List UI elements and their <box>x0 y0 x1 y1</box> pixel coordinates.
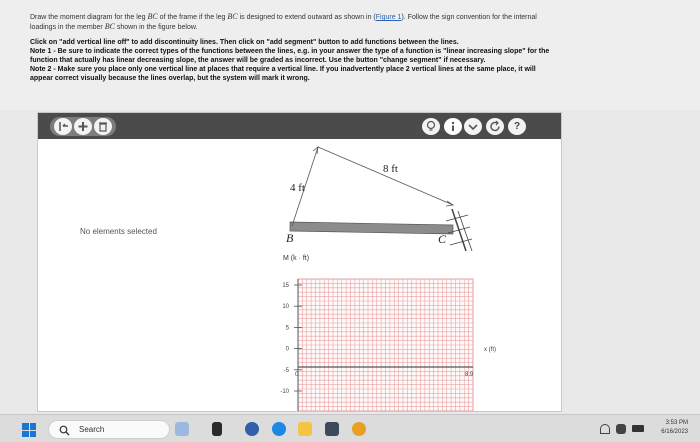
y-tick-label: 5 <box>286 325 290 331</box>
chevron-down-icon[interactable] <box>464 118 482 135</box>
vertical-line-icon[interactable] <box>54 118 72 135</box>
y-tick-label: 10 <box>282 304 289 310</box>
toolbar: ? <box>38 113 561 139</box>
lightbulb-icon[interactable] <box>422 118 440 135</box>
task-view-icon[interactable] <box>212 422 222 436</box>
dimension-8ft-line <box>317 146 454 206</box>
selection-status: No elements selected <box>80 227 157 236</box>
wifi-icon[interactable] <box>600 424 610 434</box>
problem-line-2: loadings in the member BC shown in the f… <box>30 22 198 31</box>
figure-area: 4 ft 8 ft B C M (k · ft) 15 10 5 0 -5 -10 0 8… <box>228 139 561 412</box>
member-bc <box>289 221 454 235</box>
teams-icon[interactable] <box>245 422 259 436</box>
widgets-icon[interactable] <box>175 422 189 436</box>
y-tick-label: -10 <box>280 389 289 395</box>
taskbar-search[interactable]: Search <box>48 420 170 439</box>
y-tick-label: -5 <box>284 368 290 374</box>
refresh-icon[interactable] <box>486 118 504 135</box>
instruction-5: appear correct visually because the line… <box>30 75 310 82</box>
battery-icon[interactable] <box>632 425 644 432</box>
plus-icon[interactable] <box>74 118 92 135</box>
drawing-tool: ? No elements selected 4 ft 8 ft B C M (… <box>37 112 562 412</box>
moment-grid[interactable] <box>297 278 474 412</box>
figure-link[interactable]: Figure 1 <box>376 14 402 21</box>
info-icon[interactable] <box>444 118 462 135</box>
y-tick-label: 0 <box>286 347 290 353</box>
chrome-icon[interactable] <box>352 422 366 436</box>
store-icon[interactable] <box>325 422 339 436</box>
taskbar: Search 3:53 PM 6/16/2023 <box>0 414 700 442</box>
instruction-2: Note 1 - Be sure to indicate the correct… <box>30 48 550 55</box>
instruction-4: Note 2 - Make sure you place only one ve… <box>30 66 536 73</box>
y-axis-label: M (k · ft) <box>283 255 309 262</box>
windows-start-icon[interactable] <box>22 423 36 437</box>
x-axis-end-label: 8.9 <box>465 372 474 378</box>
search-placeholder: Search <box>79 425 105 434</box>
help-icon[interactable]: ? <box>508 118 526 135</box>
problem-statement: Draw the moment diagram for the leg BC o… <box>0 0 700 110</box>
dimension-8ft-label: 8 ft <box>383 163 398 175</box>
dimension-4ft-label: 4 ft <box>290 182 305 194</box>
file-explorer-icon[interactable] <box>298 422 312 436</box>
edge-icon[interactable] <box>272 422 286 436</box>
instruction-3: function that actually has linear decrea… <box>30 57 486 64</box>
system-clock[interactable]: 3:53 PM 6/16/2023 <box>661 419 688 437</box>
instruction-1: Click on "add vertical line off" to add … <box>30 39 459 46</box>
properties-panel: No elements selected <box>38 139 218 411</box>
x-axis-label: x (ft) <box>484 347 496 353</box>
speaker-icon[interactable] <box>616 424 626 434</box>
search-icon <box>59 425 70 436</box>
problem-line-1: Draw the moment diagram for the leg BC o… <box>30 12 537 21</box>
point-b-label: B <box>286 231 294 245</box>
point-c-label: C <box>438 232 447 246</box>
y-tick-label: 15 <box>282 283 289 289</box>
trash-icon[interactable] <box>94 118 112 135</box>
